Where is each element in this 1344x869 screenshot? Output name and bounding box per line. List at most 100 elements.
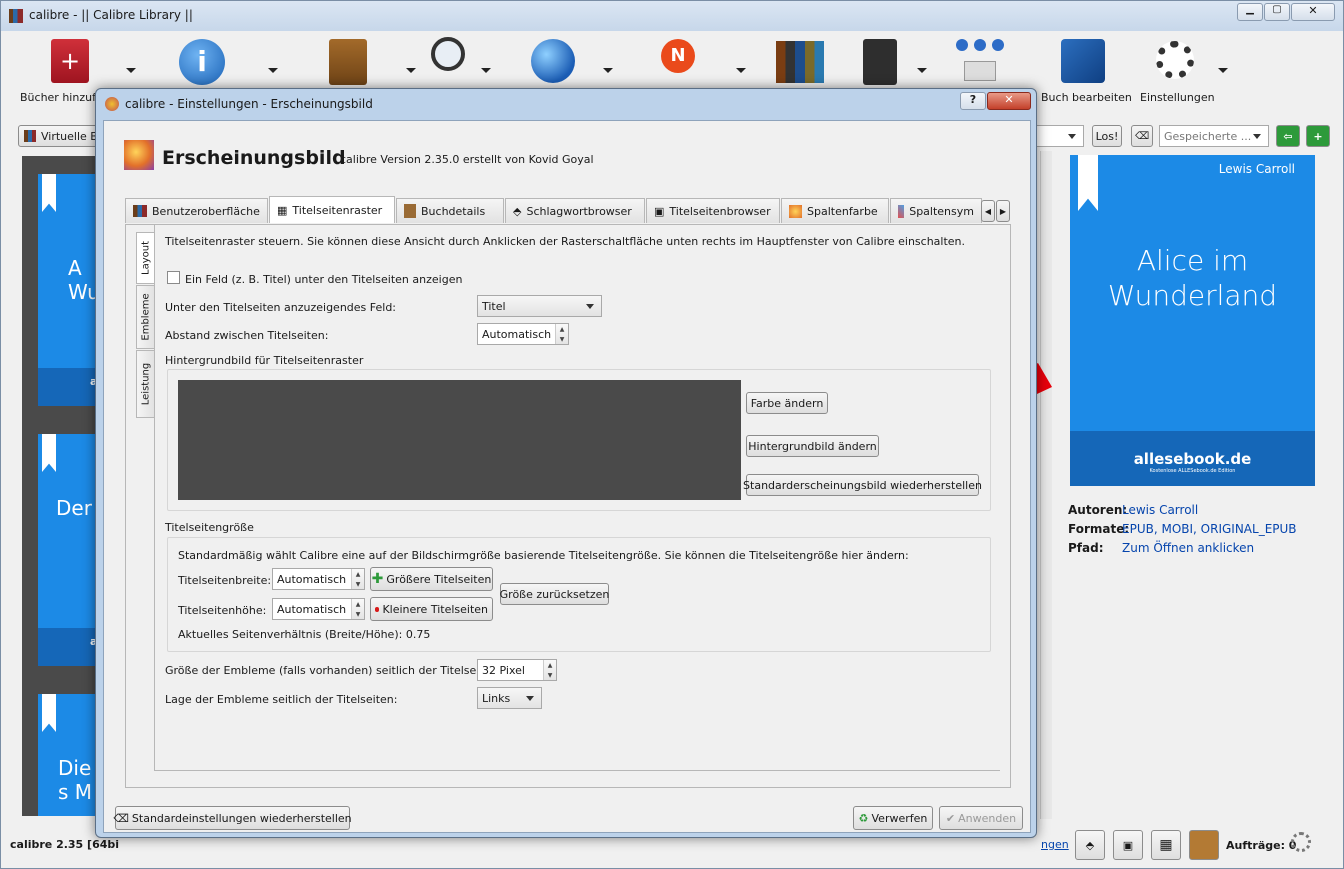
size-intro: Standardmäßig wählt Calibre eine auf der… xyxy=(178,549,909,562)
dialog-heading: Erscheinungsbild xyxy=(162,147,346,169)
search-history-dropdown[interactable] xyxy=(1036,125,1084,147)
get-books-icon[interactable] xyxy=(531,39,575,83)
convert-dropdown[interactable] xyxy=(406,68,416,73)
discard-button[interactable]: ♻ Verwerfen xyxy=(853,806,933,830)
restore-appearance-button[interactable]: Standarderscheinungsbild wiederherstelle… xyxy=(743,474,982,496)
vtab-layout[interactable]: Layout xyxy=(136,232,154,284)
books-icon xyxy=(133,205,147,217)
cover-author: Lewis Carroll xyxy=(1218,162,1295,176)
larger-covers-button[interactable]: ✚ Größere Titelseiten xyxy=(370,567,493,591)
add-books-label[interactable]: Bücher hinzufü xyxy=(20,91,103,104)
book-info-icon[interactable]: i xyxy=(179,39,225,85)
view-dropdown[interactable] xyxy=(481,68,491,73)
tab-tag-browser[interactable]: ⬘ Schlagwortbrowser xyxy=(505,198,645,223)
emblem-size-label: Größe der Embleme (falls vorhanden) seit… xyxy=(165,664,502,677)
virtual-library-icon xyxy=(24,130,36,142)
status-link[interactable]: ngen xyxy=(1041,838,1069,851)
vtab-emblems[interactable]: Embleme xyxy=(136,285,154,349)
tab-cover-grid[interactable]: ▦ Titelseitenraster xyxy=(269,196,395,223)
tab-column-coloring[interactable]: Spaltenfarbe xyxy=(781,198,889,223)
view-icon[interactable] xyxy=(431,37,465,71)
maximize-button[interactable]: ▢ xyxy=(1264,3,1290,21)
tab-column-icons[interactable]: Spaltensym xyxy=(890,198,982,223)
dialog-help-button[interactable]: ? xyxy=(960,92,986,110)
device-dropdown[interactable] xyxy=(917,68,927,73)
preferences-icon[interactable] xyxy=(1156,41,1194,79)
dialog-body: Erscheinungsbild calibre Version 2.35.0 … xyxy=(103,120,1031,833)
reset-size-button[interactable]: Größe zurücksetzen xyxy=(500,583,609,605)
cover-item[interactable]: Die s M xyxy=(38,694,98,816)
field-select[interactable]: Titel xyxy=(477,295,602,317)
edit-book-label[interactable]: Buch bearbeiten xyxy=(1041,91,1132,104)
news-icon[interactable]: N xyxy=(661,39,695,73)
show-field-label[interactable]: Ein Feld (z. B. Titel) unter den Titelse… xyxy=(185,273,462,286)
add-books-icon[interactable]: + xyxy=(51,39,89,83)
tab-cover-browser[interactable]: ▣ Titelseitenbrowser xyxy=(646,198,780,223)
saved-search-input[interactable]: Gespeicherte ... xyxy=(1159,125,1269,147)
tab-user-interface[interactable]: Benutzeroberfläche xyxy=(125,198,268,223)
preferences-label[interactable]: Einstellungen xyxy=(1140,91,1215,104)
edit-book-icon[interactable] xyxy=(1061,39,1105,83)
tab-bar: Benutzeroberfläche ▦ Titelseitenraster B… xyxy=(125,196,1020,225)
device-icon[interactable] xyxy=(863,39,897,85)
search-go-button[interactable]: Los! xyxy=(1092,125,1122,147)
show-field-checkbox[interactable] xyxy=(167,271,180,284)
bg-preview xyxy=(178,380,741,500)
emblem-position-select[interactable]: Links xyxy=(477,687,542,709)
aspect-ratio: Aktuelles Seitenverhältnis (Breite/Höhe)… xyxy=(178,628,431,641)
change-background-button[interactable]: Hintergrundbild ändern xyxy=(746,435,879,457)
book-info-dropdown[interactable] xyxy=(268,68,278,73)
add-saved-search-icon[interactable]: + xyxy=(1306,125,1330,147)
tab-scroll-left-button[interactable]: ◀ xyxy=(981,200,995,222)
bg-group: Farbe ändern Hintergrundbild ändern Stan… xyxy=(167,369,991,511)
height-spinbox[interactable]: Automatisch ▲ ▼ xyxy=(272,598,365,620)
emblem-size-spinbox[interactable]: 32 Pixel ▲ ▼ xyxy=(477,659,557,681)
layout-intro: Titelseitenraster steuern. Sie können di… xyxy=(165,235,966,248)
formats-label: Formate: xyxy=(1068,522,1130,536)
tab-book-details[interactable]: Buchdetails xyxy=(396,198,504,223)
apply-button[interactable]: ✔ Anwenden xyxy=(939,806,1023,830)
cover-brand: allesebook.de xyxy=(1133,450,1252,468)
palette-icon xyxy=(789,204,802,218)
change-color-button[interactable]: Farbe ändern xyxy=(746,392,828,414)
restore-defaults-button[interactable]: ⌫ Standardeinstellungen wiederherstellen xyxy=(113,806,352,830)
cover-item[interactable]: Der l a xyxy=(38,434,102,666)
cover-tagline: Kostenlose ALLESebook.de Edition xyxy=(1149,468,1236,474)
tab-scroll-right-button[interactable]: ▶ xyxy=(996,200,1010,222)
smaller-covers-button[interactable]: Kleinere Titelseiten xyxy=(370,597,493,621)
grid-icon: ▦ xyxy=(277,203,288,217)
add-books-dropdown[interactable] xyxy=(126,68,136,73)
spacing-spinbox[interactable]: Automatisch ▲ ▼ xyxy=(477,323,569,345)
book-details-toggle-icon[interactable] xyxy=(1189,830,1219,860)
news-dropdown[interactable] xyxy=(736,68,746,73)
cover-grid: A Wu a Der l a Die s M xyxy=(22,156,102,816)
clear-search-icon[interactable]: ⌫ xyxy=(1131,125,1153,147)
width-spinbox[interactable]: Automatisch ▲ ▼ xyxy=(272,568,365,590)
library-icon[interactable] xyxy=(776,41,824,83)
jobs-status[interactable]: Aufträge: 0 xyxy=(1226,839,1296,852)
formats-value[interactable]: EPUB, MOBI, ORIGINAL_EPUB xyxy=(1122,522,1297,536)
close-button[interactable]: ✕ xyxy=(1291,3,1335,21)
cover-title: Alice im Wunderland xyxy=(1107,244,1278,312)
path-value[interactable]: Zum Öffnen anklicken xyxy=(1122,541,1254,555)
preferences-dropdown[interactable] xyxy=(1218,68,1228,73)
get-books-dropdown[interactable] xyxy=(603,68,613,73)
grid-view-toggle-icon[interactable]: ▦ xyxy=(1151,830,1181,860)
dialog-close-button[interactable]: ✕ xyxy=(987,92,1031,110)
spacing-label: Abstand zwischen Titelseiten: xyxy=(165,329,329,342)
vtab-performance[interactable]: Leistung xyxy=(136,350,154,418)
convert-icon[interactable] xyxy=(329,39,367,85)
cover-browser-toggle-icon[interactable]: ▣ xyxy=(1113,830,1143,860)
tab-page: Layout Embleme Leistung Titelseitenraste… xyxy=(125,224,1011,788)
bookmark-icon xyxy=(42,694,56,732)
save-search-icon[interactable]: ⇦ xyxy=(1276,125,1300,147)
cover-scroll-gutter[interactable] xyxy=(1040,151,1052,819)
authors-value[interactable]: Lewis Carroll xyxy=(1122,503,1198,517)
book-cover-preview[interactable]: Lewis Carroll Alice im Wunderland allese… xyxy=(1070,155,1315,486)
tag-icon: ⬘ xyxy=(513,204,522,218)
connect-share-icon[interactable] xyxy=(956,39,1004,83)
book-icon xyxy=(404,204,416,218)
cover-item[interactable]: A Wu a xyxy=(38,174,100,406)
tag-browser-toggle-icon[interactable]: ⬘ xyxy=(1075,830,1105,860)
minimize-button[interactable]: ▁ xyxy=(1237,3,1263,21)
